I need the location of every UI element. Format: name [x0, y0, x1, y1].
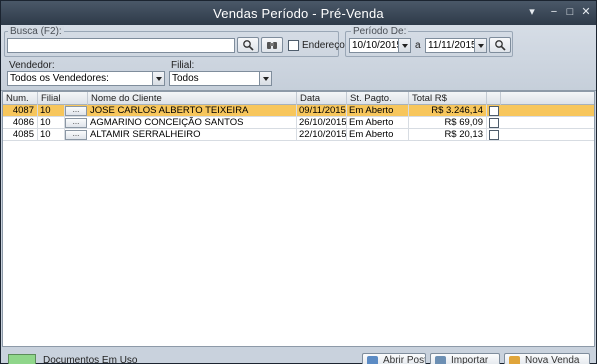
- periodo-to-field[interactable]: 11/11/2015: [425, 38, 487, 53]
- cell-cliente: ALTAMIR SERRALHEIRO: [88, 129, 297, 141]
- cell-num: 4086: [3, 117, 38, 129]
- col-status[interactable]: St. Pagto.: [347, 92, 409, 105]
- cell-num: 4087: [3, 105, 38, 117]
- cell-data: 26/10/2015: [299, 117, 347, 129]
- close-icon[interactable]: ✕: [579, 5, 593, 19]
- periodo-to-value: 11/11/2015: [428, 40, 477, 51]
- minimize-icon[interactable]: −: [547, 5, 561, 19]
- row-checkbox[interactable]: [489, 118, 499, 128]
- filter-panel: Busca (F2): Endereço Período De: 10/10/2…: [1, 25, 596, 91]
- search-icon: [495, 40, 506, 51]
- cell-cliente: AGMARINO CONCEIÇÃO SANTOS: [88, 117, 297, 129]
- table-row[interactable]: 4086 10 ... AGMARINO CONCEIÇÃO SANTOS 26…: [3, 117, 594, 129]
- window-title: Vendas Período - Pré-Venda: [213, 6, 384, 21]
- periodo-from-field[interactable]: 10/10/2015: [349, 38, 411, 53]
- search-icon: [243, 40, 254, 51]
- cell-status: Em Aberto: [347, 117, 409, 129]
- cell-data: 09/11/2015: [299, 105, 347, 117]
- main-window: Vendas Período - Pré-Venda ▾ − □ ✕ Busca…: [0, 0, 597, 364]
- col-check: [487, 92, 501, 105]
- col-data[interactable]: Data: [297, 92, 347, 105]
- cell-status: Em Aberto: [347, 105, 409, 117]
- new-sale-icon: [509, 356, 520, 364]
- import-icon: [435, 356, 446, 364]
- cell-cliente: JOSE CARLOS ALBERTO TEIXEIRA: [88, 105, 297, 117]
- title-bar: Vendas Período - Pré-Venda ▾ − □ ✕: [1, 1, 596, 25]
- chevron-down-icon[interactable]: [152, 72, 164, 85]
- col-num[interactable]: Num.: [3, 92, 38, 105]
- col-total[interactable]: Total R$: [409, 92, 487, 105]
- col-filial[interactable]: Filial: [38, 92, 88, 105]
- grid-header: Num. Filial Nome do Cliente Data St. Pag…: [3, 92, 594, 105]
- importar-button[interactable]: Importar: [430, 353, 500, 364]
- cell-data: 22/10/2015: [299, 129, 347, 141]
- filial-select[interactable]: Todos: [169, 71, 272, 86]
- binoculars-icon: [267, 42, 277, 49]
- nova-venda-label: Nova Venda: [525, 355, 580, 364]
- open-icon: [367, 356, 378, 364]
- advanced-search-button[interactable]: [261, 37, 283, 53]
- legend-swatch: [8, 354, 36, 364]
- cell-total: R$ 3.246,14: [409, 105, 487, 117]
- chevron-down-icon[interactable]: [259, 72, 271, 85]
- cell-total: R$ 69,09: [409, 117, 487, 129]
- row-checkbox[interactable]: [489, 130, 499, 140]
- search-button[interactable]: [237, 37, 259, 53]
- cell-filial: 10: [38, 129, 65, 141]
- calendar-dropdown-icon[interactable]: [398, 39, 410, 52]
- row-checkbox[interactable]: [489, 106, 499, 116]
- maximize-icon[interactable]: □: [563, 5, 577, 19]
- filial-value: Todos: [172, 73, 199, 84]
- vendedor-select[interactable]: Todos os Vendedores:: [7, 71, 165, 86]
- search-group: Busca (F2): Endereço: [4, 26, 345, 57]
- sales-grid: Num. Filial Nome do Cliente Data St. Pag…: [2, 91, 595, 347]
- periodo-separator: a: [415, 40, 421, 51]
- cell-filial: 10: [38, 117, 65, 129]
- periodo-from-value: 10/10/2015: [352, 40, 403, 51]
- periodo-search-button[interactable]: [489, 37, 511, 53]
- periodo-label: Período De:: [351, 26, 409, 37]
- cell-total: R$ 20,13: [409, 129, 487, 141]
- menu-icon[interactable]: ▾: [525, 5, 539, 19]
- periodo-group: Período De: 10/10/2015 a 11/11/2015: [345, 26, 513, 57]
- abrir-post-label: Abrir Post: [383, 355, 426, 364]
- calendar-dropdown-icon[interactable]: [474, 39, 486, 52]
- search-label: Busca (F2):: [8, 26, 64, 37]
- endereco-checkbox[interactable]: [288, 40, 299, 51]
- cell-status: Em Aberto: [347, 129, 409, 141]
- legend-label: Documentos Em Uso: [43, 355, 138, 364]
- table-row[interactable]: 4087 10 ... JOSE CARLOS ALBERTO TEIXEIRA…: [3, 105, 594, 117]
- vendedor-value: Todos os Vendedores:: [10, 73, 109, 84]
- col-cliente[interactable]: Nome do Cliente: [88, 92, 297, 105]
- table-row[interactable]: 4085 10 ... ALTAMIR SERRALHEIRO 22/10/20…: [3, 129, 594, 141]
- cell-filial: 10: [38, 105, 65, 117]
- footer: Documentos Em Uso Abrir Post Importar No…: [1, 347, 596, 364]
- nova-venda-button[interactable]: Nova Venda: [504, 353, 590, 364]
- cell-num: 4085: [3, 129, 38, 141]
- search-input[interactable]: [7, 38, 235, 53]
- abrir-post-button[interactable]: Abrir Post: [362, 353, 426, 364]
- endereco-label: Endereço: [302, 40, 345, 51]
- importar-label: Importar: [451, 355, 489, 364]
- row-details-button[interactable]: ...: [65, 130, 87, 140]
- row-details-button[interactable]: ...: [65, 106, 87, 116]
- row-details-button[interactable]: ...: [65, 118, 87, 128]
